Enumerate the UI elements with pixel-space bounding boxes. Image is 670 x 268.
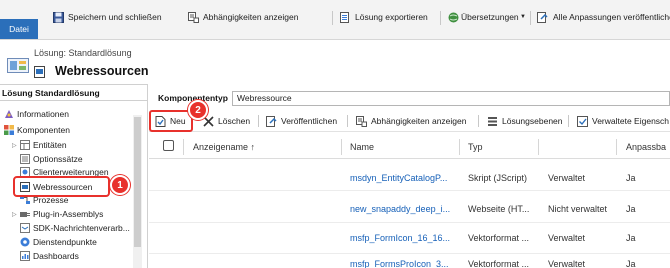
row-customizable: Ja (626, 233, 636, 243)
managed-properties-icon (577, 115, 588, 127)
plugin-assemblies-icon (20, 212, 30, 217)
ribbon-publish-all-label[interactable]: Alle Anpassungen veröffentlichen (553, 12, 670, 23)
row-customizable: Ja (626, 204, 636, 214)
web-resource-icon (34, 66, 45, 78)
ribbon-separator (332, 11, 333, 25)
show-dependencies-button[interactable]: Abhängigkeiten anzeigen (356, 114, 466, 128)
row-type: Skript (JScript) (468, 173, 528, 183)
column-header-name[interactable]: Name (350, 142, 374, 152)
solution-layers-button[interactable]: Lösungsebenen (487, 114, 563, 128)
row-name-link[interactable]: msdyn_EntityCatalogP... (350, 173, 447, 183)
highlight-new-button (149, 110, 193, 132)
nav-title: Lösung Standardlösung (2, 88, 100, 98)
row-state: Verwaltet (548, 233, 586, 243)
entities-icon (20, 140, 30, 150)
row-customizable: Ja (626, 259, 636, 268)
row-customizable: Ja (626, 173, 636, 183)
row-state: Verwaltet (548, 259, 586, 268)
nav-item-dienstendpunkte[interactable]: Dienstendpunkte (20, 236, 97, 248)
save-icon (53, 12, 64, 23)
nav-item-komponenten[interactable]: Komponenten (4, 124, 70, 136)
solution-icon (7, 58, 29, 73)
row-state: Verwaltet (548, 173, 586, 183)
row-divider (149, 222, 670, 223)
nav-divider (0, 100, 148, 101)
dashboards-icon (20, 251, 30, 261)
export-icon (340, 12, 349, 23)
ribbon-save-close-label[interactable]: Speichern und schließen (68, 12, 162, 23)
row-type: Webseite (HT... (468, 204, 530, 214)
component-type-select[interactable]: Webressource (232, 91, 670, 106)
ribbon-separator (440, 11, 441, 25)
column-separator (341, 139, 342, 155)
row-divider (149, 253, 670, 254)
managed-properties-button[interactable]: Verwaltete Eigensch (577, 114, 669, 128)
step-badge-2: 2 (188, 100, 208, 120)
row-state: Nicht verwaltet (548, 204, 608, 214)
highlight-webressourcen (13, 176, 110, 197)
column-separator (459, 139, 460, 155)
row-type: Vektorformat ... (468, 233, 530, 243)
expand-arrow-icon[interactable]: ▷ (12, 211, 18, 218)
expand-arrow-icon[interactable]: ▷ (12, 142, 18, 149)
toolbar-separator (568, 115, 569, 127)
step-badge-1: 1 (110, 175, 130, 195)
dependencies-icon (356, 115, 367, 127)
column-separator (538, 139, 539, 155)
solution-subtitle: Lösung: Standardlösung (34, 48, 132, 58)
translations-icon (448, 12, 459, 23)
nav-item-entitaeten[interactable]: ▷ Entitäten (12, 139, 67, 151)
nav-item-dashboards[interactable]: Dashboards (20, 250, 79, 262)
page-title: Webressourcen (55, 64, 149, 78)
ribbon: Datei Speichern und schließen Abhängigke… (0, 0, 670, 40)
file-button[interactable]: Datei (0, 19, 38, 39)
column-separator (183, 139, 184, 155)
publish-icon (266, 115, 277, 127)
service-endpoints-icon (20, 237, 30, 247)
column-header-display-name[interactable]: Anzeigename ↑ (193, 142, 255, 152)
row-name-link[interactable]: msfp_FormsProIcon_3... (350, 259, 449, 268)
nav-scrollbar-thumb[interactable] (134, 117, 141, 247)
delete-button[interactable]: Löschen (203, 114, 250, 128)
solution-layers-icon (488, 116, 497, 126)
nav-item-optionssaetze[interactable]: Optionssätze (20, 153, 83, 165)
toolbar-separator (347, 115, 348, 127)
ribbon-dependencies-label[interactable]: Abhängigkeiten anzeigen (203, 12, 298, 23)
solution-header: Lösung: Standardlösung Webressourcen (0, 40, 149, 84)
optionsets-icon (20, 154, 30, 164)
chevron-down-icon[interactable]: ▼ (520, 12, 526, 23)
select-all-checkbox[interactable] (163, 140, 174, 151)
ribbon-translations-label[interactable]: Übersetzungen (461, 12, 519, 23)
info-icon (5, 110, 13, 118)
publish-button[interactable]: Veröffentlichen (266, 114, 337, 128)
nav-item-sdk-nachrichten[interactable]: SDK-Nachrichtenverarb... (20, 222, 130, 234)
column-header-type[interactable]: Typ (468, 142, 483, 152)
toolbar-separator (478, 115, 479, 127)
row-name-link[interactable]: new_snapaddy_deep_i... (350, 204, 450, 214)
row-name-link[interactable]: msfp_FormIcon_16_16... (350, 233, 450, 243)
nav-item-informationen[interactable]: Informationen (4, 108, 69, 120)
components-icon (4, 125, 14, 135)
nav-item-plugin-assemblys[interactable]: ▷ Plug-in-Assemblys (12, 208, 103, 220)
toolbar-separator (258, 115, 259, 127)
column-header-customizable[interactable]: Anpassba (626, 142, 666, 152)
row-divider (149, 190, 670, 191)
sdk-message-icon (20, 223, 30, 233)
dependencies-icon (188, 12, 199, 23)
ribbon-export-label[interactable]: Lösung exportieren (355, 12, 428, 23)
column-separator (616, 139, 617, 155)
publish-icon (537, 12, 548, 23)
row-type: Vektorformat ... (468, 259, 530, 268)
ribbon-separator (530, 11, 531, 25)
